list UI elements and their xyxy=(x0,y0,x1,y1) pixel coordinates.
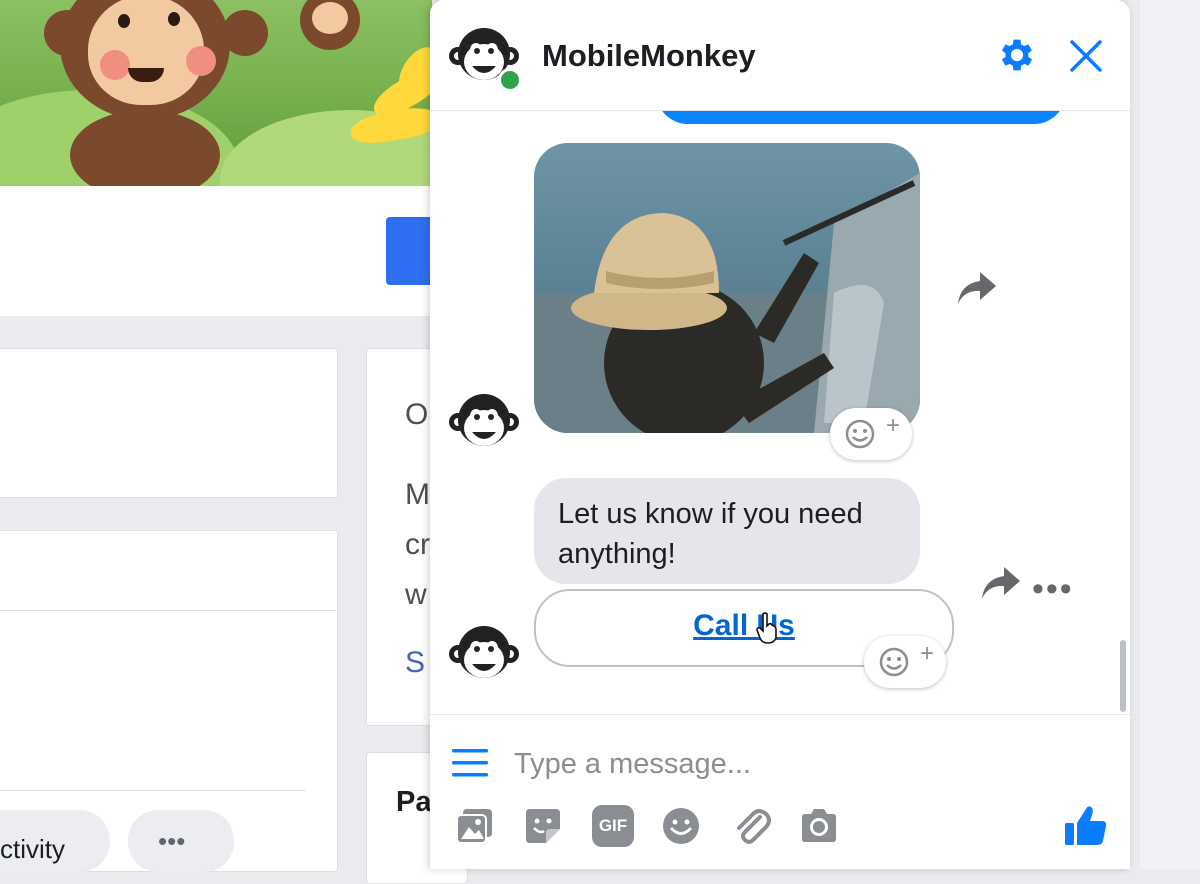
message-input[interactable] xyxy=(512,743,1056,785)
monkey-avatar-icon xyxy=(449,626,519,678)
page-action-button[interactable] xyxy=(386,217,436,285)
about-card-text: w xyxy=(405,578,427,611)
sticker-icon[interactable] xyxy=(522,805,564,847)
cartoon-monkey-cheek xyxy=(186,46,216,76)
settings-gear-icon[interactable] xyxy=(996,34,1038,76)
about-card-link[interactable]: S xyxy=(405,646,425,680)
message-composer: GIF xyxy=(430,714,1130,869)
messenger-chat-window: MobileMonkey + Let us know if you need a… xyxy=(430,0,1130,869)
chat-header: MobileMonkey xyxy=(430,0,1130,111)
plus-icon: + xyxy=(919,640,934,667)
thumbs-up-icon[interactable] xyxy=(1062,803,1108,849)
close-icon[interactable] xyxy=(1066,36,1106,76)
gif-icon[interactable]: GIF xyxy=(592,805,634,847)
monkey-gif-message[interactable] xyxy=(534,143,920,433)
menu-icon[interactable] xyxy=(452,749,488,777)
online-status-dot xyxy=(498,68,522,92)
call-us-label: Call Us xyxy=(693,609,795,642)
pages-card-title: Pa xyxy=(396,786,432,818)
chat-title: MobileMonkey xyxy=(542,38,756,73)
emoji-icon[interactable] xyxy=(660,805,702,847)
monkey-gif-image xyxy=(534,173,920,433)
smiley-icon xyxy=(879,647,909,677)
text-message: Let us know if you need anything! xyxy=(558,498,863,570)
share-icon[interactable] xyxy=(954,268,998,308)
page-right-gutter xyxy=(1140,0,1200,869)
page-header-band xyxy=(0,186,432,316)
share-icon[interactable] xyxy=(978,563,1022,603)
react-button[interactable]: + xyxy=(864,636,946,688)
scrollbar[interactable] xyxy=(1120,640,1126,712)
cover-photo xyxy=(0,0,432,186)
attachment-icon[interactable] xyxy=(730,805,772,847)
cartoon-monkey-cheek xyxy=(100,50,130,80)
about-card-text: M xyxy=(405,478,430,511)
more-options-icon[interactable]: ••• xyxy=(1032,570,1074,609)
small-cartoon-monkey-face xyxy=(312,2,348,34)
more-pill[interactable]: ••• xyxy=(128,810,234,872)
image-icon[interactable] xyxy=(454,805,496,847)
activity-pill[interactable]: ctivity xyxy=(0,810,110,872)
left-card xyxy=(0,348,338,498)
more-pill-label: ••• xyxy=(158,826,186,856)
divider xyxy=(0,790,306,791)
activity-pill-label: ctivity xyxy=(0,834,65,864)
cartoon-monkey-eye xyxy=(168,12,180,26)
cartoon-monkey-eye xyxy=(118,14,130,28)
text-message-bubble: Let us know if you need anything! xyxy=(534,478,920,584)
plus-icon: + xyxy=(885,412,900,439)
smiley-icon xyxy=(845,419,875,449)
about-card-text: cr xyxy=(405,528,430,561)
react-button[interactable]: + xyxy=(830,408,912,460)
about-card-text: O xyxy=(405,398,429,431)
camera-icon[interactable] xyxy=(798,805,840,847)
hand-cursor-icon xyxy=(756,612,777,644)
divider xyxy=(0,610,336,611)
monkey-avatar-icon xyxy=(449,394,519,446)
